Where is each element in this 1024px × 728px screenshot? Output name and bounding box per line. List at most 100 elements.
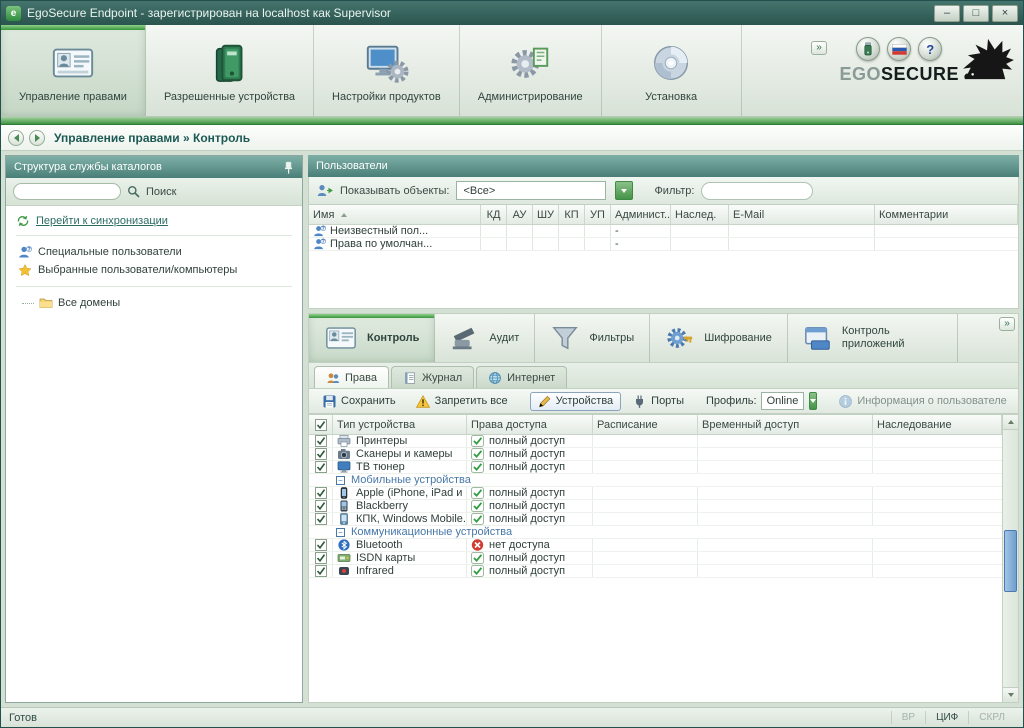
back-button[interactable] <box>8 130 24 146</box>
profile-dropdown-button[interactable] <box>809 392 817 410</box>
sync-link[interactable]: Перейти к синхронизации <box>36 215 168 227</box>
help-button[interactable]: ? <box>918 37 942 61</box>
star-icon <box>18 264 32 276</box>
app-icon: e <box>6 6 21 21</box>
maximize-button[interactable]: □ <box>963 5 989 22</box>
ribbon-item-rights[interactable]: Управление правами <box>1 25 146 116</box>
device-checkbox[interactable] <box>315 539 327 551</box>
pin-icon[interactable] <box>283 161 294 174</box>
device-row-tv[interactable]: ТВ тюнерполный доступ <box>309 461 1002 474</box>
collapse-icon[interactable]: − <box>336 528 345 537</box>
column-header[interactable]: АУ <box>507 205 533 224</box>
device-checkbox[interactable] <box>315 513 327 525</box>
save-icon <box>323 395 336 408</box>
sidebar-item-selected-users[interactable]: Выбранные пользователи/компьютеры <box>16 261 292 279</box>
column-header[interactable]: КП <box>559 205 585 224</box>
device-checkbox[interactable] <box>315 565 327 577</box>
device-row-isdn[interactable]: ISDN картыполный доступ <box>309 552 1002 565</box>
device-group-mobile[interactable]: −Мобильные устройства <box>309 474 1002 487</box>
svg-text:?: ? <box>322 226 325 232</box>
scroll-down-button[interactable] <box>1003 687 1018 702</box>
user-info-button[interactable]: Информация о пользователе <box>831 392 1014 411</box>
sidebar-item-special-users[interactable]: ?Специальные пользователи <box>16 243 292 261</box>
column-header[interactable]: Наслед. <box>671 205 729 224</box>
device-row-apple[interactable]: Apple (iPhone, iPad и ...полный доступ <box>309 487 1002 500</box>
filter-input[interactable] <box>701 182 813 200</box>
ribbon-more-button[interactable]: » <box>811 41 827 55</box>
subtab-rights[interactable]: Права <box>314 366 389 388</box>
column-header[interactable]: ШУ <box>533 205 559 224</box>
column-header[interactable]: Комментарии <box>875 205 1018 224</box>
tab-audit[interactable]: Аудит <box>435 314 535 362</box>
column-header-name[interactable]: Имя <box>309 205 481 224</box>
breadcrumb: Управление правами » Контроль <box>54 131 250 145</box>
subtab-internet[interactable]: Интернет <box>476 366 567 388</box>
column-header-inheritance[interactable]: Наследование <box>873 415 1002 434</box>
vertical-scrollbar[interactable] <box>1002 415 1018 702</box>
show-objects-dropdown-button[interactable] <box>615 181 633 200</box>
back-arrow-icon <box>14 134 19 142</box>
scroll-up-button[interactable] <box>1003 415 1018 430</box>
device-row-bluetooth[interactable]: Bluetoothнет доступа <box>309 539 1002 552</box>
devices-view-button[interactable]: Устройства <box>530 392 622 411</box>
access-denied-icon <box>471 539 484 551</box>
directory-panel-header: Структура службы каталогов <box>6 156 302 178</box>
device-group-comm[interactable]: −Коммуникационные устройства <box>309 526 1002 539</box>
tabs-more-button[interactable]: » <box>999 317 1015 331</box>
column-header[interactable]: УП <box>585 205 611 224</box>
save-button[interactable]: Сохранить <box>315 392 404 411</box>
ribbon-item-install[interactable]: Установка <box>602 25 742 116</box>
forward-button[interactable] <box>29 130 45 146</box>
deny-all-button[interactable]: Запретить все <box>408 392 516 411</box>
column-header[interactable]: Админист... <box>611 205 671 224</box>
device-checkbox[interactable] <box>315 448 327 460</box>
ribbon-item-devices[interactable]: Разрешенные устройства <box>146 25 314 116</box>
close-button[interactable]: × <box>992 5 1018 22</box>
profile-select[interactable]: Online <box>761 392 805 410</box>
column-header[interactable]: КД <box>481 205 507 224</box>
subtab-journal[interactable]: Журнал <box>391 366 474 388</box>
scrollbar-thumb[interactable] <box>1004 530 1017 592</box>
device-checkbox[interactable] <box>315 435 327 447</box>
chevron-down-icon <box>810 399 816 403</box>
user-row[interactable]: ?Неизвестный пол...- <box>309 225 1018 238</box>
select-all-checkbox[interactable] <box>309 415 333 434</box>
device-row-infrared[interactable]: Infraredполный доступ <box>309 565 1002 578</box>
column-header-temp-access[interactable]: Временный доступ <box>698 415 873 434</box>
minimize-button[interactable]: – <box>934 5 960 22</box>
ribbon-item-products[interactable]: Настройки продуктов <box>314 25 460 116</box>
device-checkbox[interactable] <box>315 552 327 564</box>
tab-encryption[interactable]: Шифрование <box>650 314 788 362</box>
column-header[interactable]: E-Mail <box>729 205 875 224</box>
ribbon-item-admin[interactable]: Администрирование <box>460 25 602 116</box>
column-header-access[interactable]: Права доступа <box>467 415 593 434</box>
device-checkbox[interactable] <box>315 500 327 512</box>
device-row-printer[interactable]: Принтерыполный доступ <box>309 435 1002 448</box>
column-header-device-type[interactable]: Тип устройства <box>333 415 467 434</box>
tree-item-all-domains[interactable]: Все домены <box>16 294 292 312</box>
warning-icon <box>416 395 430 408</box>
device-checkbox[interactable] <box>315 461 327 473</box>
window-title: EgoSecure Endpoint - зарегистрирован на … <box>27 6 391 20</box>
device-row-pda[interactable]: КПК, Windows Mobile...полный доступ <box>309 513 1002 526</box>
arrow-up-icon <box>1008 420 1014 424</box>
isdn-icon <box>337 552 351 564</box>
egosecure-logo: EGOSECURE <box>839 65 959 83</box>
tab-control[interactable]: Контроль <box>309 314 435 362</box>
search-input[interactable] <box>13 183 121 200</box>
language-flag-button[interactable] <box>887 37 911 61</box>
device-row-blackberry[interactable]: Blackberryполный доступ <box>309 500 1002 513</box>
access-granted-icon <box>471 461 484 473</box>
tree-connector <box>22 303 34 304</box>
usb-device-button[interactable] <box>856 37 880 61</box>
collapse-icon[interactable]: − <box>336 476 345 485</box>
column-header-schedule[interactable]: Расписание <box>593 415 698 434</box>
user-row[interactable]: ?Права по умолчан...- <box>309 238 1018 251</box>
device-checkbox[interactable] <box>315 487 327 499</box>
device-row-scanner[interactable]: Сканеры и камерыполный доступ <box>309 448 1002 461</box>
ports-view-button[interactable]: Порты <box>625 392 692 411</box>
show-objects-select[interactable]: <Все> <box>456 181 606 200</box>
tab-app-control[interactable]: Контроль приложений <box>788 314 958 362</box>
personq-icon: ? <box>18 246 32 258</box>
tab-filters[interactable]: Фильтры <box>535 314 650 362</box>
